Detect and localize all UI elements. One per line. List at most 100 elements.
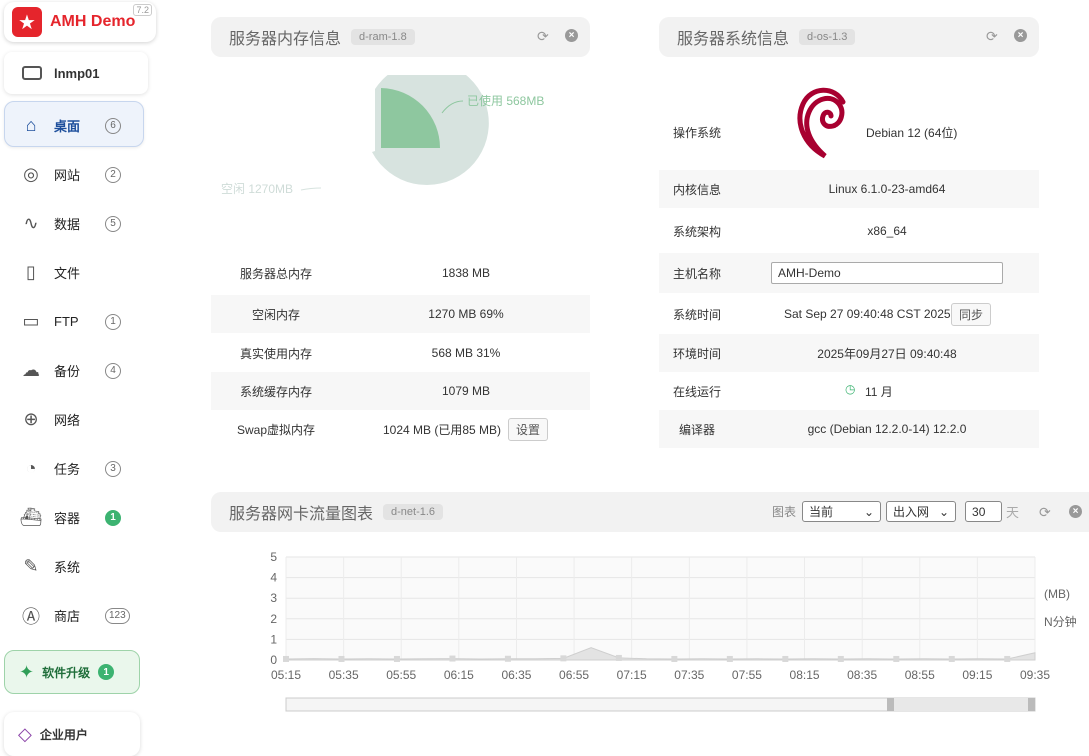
close-icon[interactable]: × [565, 29, 578, 42]
count-badge: 1 [105, 509, 121, 526]
sidebar: ★ AMH Demo 7.2 lnmp01 ⌂ 桌面 6 ◎ 网站 2 ∿ 数据 5 ▯ 文件 ▭ FT… [0, 0, 160, 756]
brand-title: AMH Demo [50, 13, 136, 30]
ram-row-value: 1838 MB [441, 266, 491, 280]
sidebar-item-4[interactable]: ▭ FTP 1 [0, 297, 160, 346]
data-point [283, 655, 289, 662]
y-tick-label: 0 [270, 653, 277, 667]
refresh-icon[interactable]: ⟳ [986, 29, 1000, 43]
sidebar-item-10[interactable]: Ⓐ 商店 123 [0, 591, 160, 640]
data-point [393, 655, 400, 662]
x-tick-label: 09:35 [1020, 668, 1050, 682]
sidebar-item-8[interactable]: ⛴ 容器 1 [0, 493, 160, 542]
os-panel-title: 服务器系统信息 [677, 31, 790, 48]
compass-icon: ◎ [23, 164, 39, 184]
sidebar-item-0[interactable]: ⌂ 桌面 6 [0, 101, 160, 150]
data-point [338, 655, 345, 662]
chart-unit-label: (MB) [1044, 587, 1070, 601]
ram-row-key: 真实使用内存 [239, 346, 312, 361]
refresh-icon[interactable]: ⟳ [1039, 505, 1053, 519]
data-point [671, 655, 678, 662]
x-tick-label: 07:35 [674, 668, 704, 682]
net-traffic-chart: 0 1 2 3 4 5 05:15 05:35 05:55 06:15 06:35 06:55 07:1… [270, 550, 1077, 712]
x-tick-label: 05:55 [386, 668, 416, 682]
ram-info-row: 服务器总内存 1838 MB [211, 254, 590, 292]
data-point [615, 654, 622, 661]
sidebar-item-2[interactable]: ∿ 数据 5 [0, 199, 160, 248]
sidebar-item-label: 网站 [54, 168, 81, 183]
hostname-input[interactable]: AMH-Demo [771, 262, 1003, 284]
ram-row-key: Swap虚拟内存 [236, 422, 316, 437]
direction-select[interactable]: 出入网 ⌄ [886, 501, 957, 522]
os-panel-tag: d-os-1.3 [799, 29, 856, 45]
os-row-value: Sat Sep 27 09:40:48 CST 2025 [784, 307, 951, 321]
swap-settings-button[interactable]: 设置 [508, 417, 549, 441]
upgrade-badge: 1 [98, 664, 115, 680]
sidebar-item-label: 数据 [54, 217, 81, 232]
cloud-upload-icon: ☁ [22, 360, 40, 380]
sidebar-item-6[interactable]: ⊕ 网络 [0, 395, 160, 444]
ram-row-key: 空闲内存 [251, 307, 300, 322]
sidebar-item-label: 备份 [54, 364, 81, 379]
file-icon: ▯ [26, 262, 36, 282]
sidebar-item-label: 桌面 [54, 119, 81, 134]
os-row-key: 内核信息 [672, 182, 721, 197]
sparkle-icon: ✦ [19, 661, 35, 682]
range-select[interactable]: 当前 ⌄ [802, 501, 882, 522]
data-point [1004, 655, 1011, 662]
x-tick-label: 07:55 [732, 668, 762, 682]
sidebar-item-9[interactable]: ✎ 系统 [0, 542, 160, 591]
data-point [504, 655, 511, 662]
close-icon[interactable]: × [1069, 505, 1083, 518]
x-tick-label: 09:15 [962, 668, 992, 682]
days-input-value: 30 [972, 504, 986, 519]
os-row-value: Linux 6.1.0-23-amd64 [828, 182, 946, 196]
ram-row-value: 1079 MB [441, 384, 491, 398]
enterprise-user-button[interactable]: ◇ 企业用户 [4, 712, 140, 756]
data-point [726, 655, 733, 662]
os-row-key: 主机名称 [672, 266, 721, 281]
range-select-value: 当前 [809, 505, 834, 519]
count-badge: 5 [105, 215, 121, 232]
close-icon[interactable]: × [1014, 29, 1027, 42]
net-panel-title: 服务器网卡流量图表 [229, 506, 374, 523]
server-selector[interactable]: lnmp01 [4, 52, 148, 94]
software-upgrade-button[interactable]: ✦ 软件升级 1 [4, 650, 140, 694]
zoom-handle-right[interactable] [1028, 698, 1035, 711]
sidebar-item-3[interactable]: ▯ 文件 [0, 248, 160, 297]
ram-row-value: 1270 MB 69% [428, 307, 504, 321]
ram-pie-chart: 已使用 568MB 空闲 1270MB [221, 75, 544, 196]
pie-used-label: 已使用 568MB [467, 93, 544, 108]
days-input[interactable]: 30 [965, 501, 1003, 522]
os-info-row: 在线运行 ◷ 11 月 [659, 372, 1039, 410]
data-point [449, 655, 456, 662]
os-row-value: x86_64 [867, 224, 907, 238]
sidebar-item-1[interactable]: ◎ 网站 2 [0, 150, 160, 199]
x-tick-label: 06:35 [501, 668, 531, 682]
ram-panel-tag: d-ram-1.8 [351, 29, 415, 45]
sidebar-item-5[interactable]: ☁ 备份 4 [0, 346, 160, 395]
pie-free-label: 空闲 1270MB [221, 182, 293, 196]
docker-icon: ⛴ [19, 507, 43, 527]
wrench-icon: ✎ [23, 556, 39, 576]
os-row-key: 系统架构 [672, 224, 721, 239]
brand-header[interactable]: ★ AMH Demo 7.2 [4, 2, 156, 42]
dolphin-icon: ∿ [23, 213, 39, 233]
data-point [837, 655, 844, 662]
days-unit: 天 [1006, 505, 1020, 520]
ram-info-row: 系统缓存内存 1079 MB [211, 372, 590, 410]
zoom-handle-left[interactable] [887, 698, 894, 711]
zoom-slider-shade [887, 698, 1035, 711]
ram-row-value: 1024 MB (已用85 MB) [383, 422, 502, 437]
sync-time-button[interactable]: 同步 [951, 302, 992, 326]
os-row-key: 在线运行 [672, 384, 721, 399]
chart-interval-label: N分钟 [1044, 614, 1077, 629]
globe-icon: ⊕ [23, 409, 39, 429]
sidebar-item-7[interactable]: ◔ 任务 3 [0, 444, 160, 493]
refresh-icon[interactable]: ⟳ [537, 29, 551, 43]
os-info-row: 编译器 gcc (Debian 12.2.0-14) 12.2.0 [659, 410, 1039, 448]
upgrade-label: 软件升级 [42, 665, 91, 680]
sidebar-item-label: 任务 [54, 462, 81, 477]
ram-row-key: 系统缓存内存 [239, 384, 312, 399]
os-info-row: 环境时间 2025年09月27日 09:40:48 [659, 334, 1039, 372]
os-panel-header: 服务器系统信息 d-os-1.3 ⟳ × [659, 17, 1039, 57]
